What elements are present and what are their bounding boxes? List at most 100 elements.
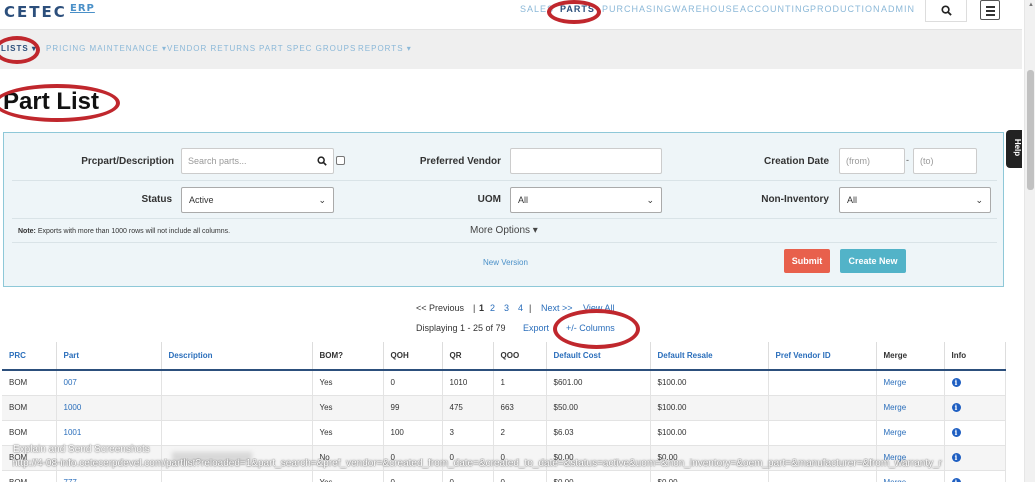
nav-parts[interactable]: PARTS xyxy=(560,4,595,14)
create-new-button[interactable]: Create New xyxy=(840,249,906,273)
hamburger-icon xyxy=(986,6,995,8)
cell-default-resale: $100.00 xyxy=(650,395,769,421)
uom-select-value: All xyxy=(518,195,529,205)
merge-link[interactable]: Merge xyxy=(876,395,945,421)
nav-accounting[interactable]: ACCOUNTING xyxy=(740,4,811,14)
subnav-reports[interactable]: REPORTS ▾ xyxy=(358,44,412,53)
date-to-input[interactable] xyxy=(913,148,977,174)
cell-pref-vendor xyxy=(768,370,877,396)
overlay-caption: Explain and Send Screenshots xyxy=(13,444,150,455)
previous-link[interactable]: << Previous xyxy=(416,303,464,313)
scroll-up-arrow-icon[interactable]: ▲ xyxy=(1028,2,1034,8)
subnav-vendor-returns[interactable]: VENDOR RETURNS xyxy=(167,44,256,53)
nav-purchasing[interactable]: PURCHASING xyxy=(602,4,672,14)
col-part[interactable]: Part xyxy=(56,342,162,371)
search-icon[interactable] xyxy=(317,156,327,166)
submit-button[interactable]: Submit xyxy=(784,249,830,273)
pager-separator: | xyxy=(473,303,476,313)
subnav-lists[interactable]: LISTS ▾ xyxy=(1,44,37,53)
nav-warehouse[interactable]: WAREHOUSE xyxy=(672,4,740,14)
info-icon[interactable]: i xyxy=(951,403,961,412)
cell-pref-vendor xyxy=(768,420,877,446)
search-description-checkbox[interactable] xyxy=(336,156,345,165)
cell-part-link[interactable]: 777 xyxy=(56,470,162,482)
search-icon xyxy=(940,5,952,16)
col-default-cost[interactable]: Default Cost xyxy=(546,342,651,371)
new-version-link[interactable]: New Version xyxy=(483,258,528,267)
cell-qoo: 1 xyxy=(493,370,547,396)
nav-sales[interactable]: SALES xyxy=(520,4,554,14)
date-from-input[interactable] xyxy=(839,148,905,174)
subnav-pricing-maintenance[interactable]: PRICING MAINTENANCE ▾ xyxy=(46,44,167,53)
vertical-scrollbar[interactable]: ▲ xyxy=(1024,0,1035,482)
menu-button[interactable] xyxy=(980,0,1000,20)
col-default-resale[interactable]: Default Resale xyxy=(650,342,769,371)
cell-qoo: 0 xyxy=(493,470,547,482)
columns-toggle-link[interactable]: +/- Columns xyxy=(566,323,615,333)
cell-part-link[interactable]: 1001 xyxy=(56,420,162,446)
note-text: Exports with more than 1000 rows will no… xyxy=(37,228,231,235)
col-qr: QR xyxy=(442,342,494,371)
chevron-down-icon: ⌄ xyxy=(318,195,326,205)
cell-qr: 475 xyxy=(442,395,494,421)
page-3-link[interactable]: 3 xyxy=(504,303,509,313)
non-inventory-select-value: All xyxy=(847,195,858,205)
cell-qr: 1010 xyxy=(442,370,494,396)
search-button[interactable] xyxy=(925,0,967,22)
export-link[interactable]: Export xyxy=(523,323,549,333)
cell-default-resale: $100.00 xyxy=(650,420,769,446)
cell-default-cost: $6.03 xyxy=(546,420,651,446)
info-icon[interactable]: i xyxy=(951,478,961,482)
cell-part-link[interactable]: 007 xyxy=(56,370,162,396)
cell-default-resale: $0.00 xyxy=(650,470,769,482)
non-inventory-select[interactable]: All ⌄ xyxy=(839,187,991,213)
merge-link[interactable]: Merge xyxy=(876,420,945,446)
cell-info: i xyxy=(944,420,1006,446)
cell-qoo: 663 xyxy=(493,395,547,421)
col-info: Info xyxy=(944,342,1006,371)
cell-prc: BOM xyxy=(2,395,57,421)
uom-label: UOM xyxy=(477,194,501,205)
cell-part-link[interactable]: 1000 xyxy=(56,395,162,421)
help-tab[interactable]: Help xyxy=(1006,130,1022,168)
merge-link[interactable]: Merge xyxy=(876,370,945,396)
next-link[interactable]: Next >> xyxy=(541,303,573,313)
page-2-link[interactable]: 2 xyxy=(490,303,495,313)
preferred-vendor-label: Preferred Vendor xyxy=(419,156,501,167)
page-title: Part List xyxy=(3,88,100,115)
more-options-toggle[interactable]: More Options ▾ xyxy=(470,225,538,236)
cell-default-cost: $601.00 xyxy=(546,370,651,396)
nav-admin[interactable]: ADMIN xyxy=(881,4,915,14)
info-icon[interactable]: i xyxy=(951,378,961,388)
row-divider xyxy=(12,242,997,243)
note-prefix: Note: xyxy=(18,228,36,235)
chevron-down-icon: ⌄ xyxy=(975,195,983,205)
col-prc[interactable]: PRC xyxy=(2,342,57,371)
logo[interactable]: CETEC xyxy=(4,3,67,21)
cell-bom: Yes xyxy=(312,420,384,446)
page-1-link[interactable]: 1 xyxy=(479,303,484,313)
nav-production[interactable]: PRODUCTION xyxy=(810,4,881,14)
col-pref-vendor-id[interactable]: Pref Vendor ID xyxy=(768,342,877,371)
sub-navbar: LISTS ▾ PRICING MAINTENANCE ▾ VENDOR RET… xyxy=(0,30,1022,69)
export-note: Note: Exports with more than 1000 rows w… xyxy=(18,228,230,235)
cell-bom: Yes xyxy=(312,470,384,482)
cell-default-cost: $0.00 xyxy=(546,470,651,482)
view-all-link[interactable]: View All xyxy=(583,303,614,313)
status-select[interactable]: Active ⌄ xyxy=(181,187,334,213)
scrollbar-thumb[interactable] xyxy=(1027,70,1034,190)
table-row: BOM 1001 Yes 100 3 2 $6.03 $100.00 Merge… xyxy=(2,420,1006,446)
col-description[interactable]: Description xyxy=(161,342,313,371)
table-row: BOM 777 Yes 0 0 0 $0.00 $0.00 Merge i xyxy=(2,470,1006,482)
hamburger-icon xyxy=(986,14,995,16)
page-4-link[interactable]: 4 xyxy=(518,303,523,313)
uom-select[interactable]: All ⌄ xyxy=(510,187,662,213)
info-icon[interactable]: i xyxy=(951,428,961,437)
part-search-input[interactable] xyxy=(181,148,334,174)
logo-erp[interactable]: ERP xyxy=(70,3,95,14)
col-bom: BOM? xyxy=(312,342,384,371)
merge-link[interactable]: Merge xyxy=(876,470,945,482)
cell-qoh: 100 xyxy=(383,420,443,446)
preferred-vendor-input[interactable] xyxy=(510,148,662,174)
subnav-part-spec-groups[interactable]: PART SPEC GROUPS xyxy=(259,44,356,53)
